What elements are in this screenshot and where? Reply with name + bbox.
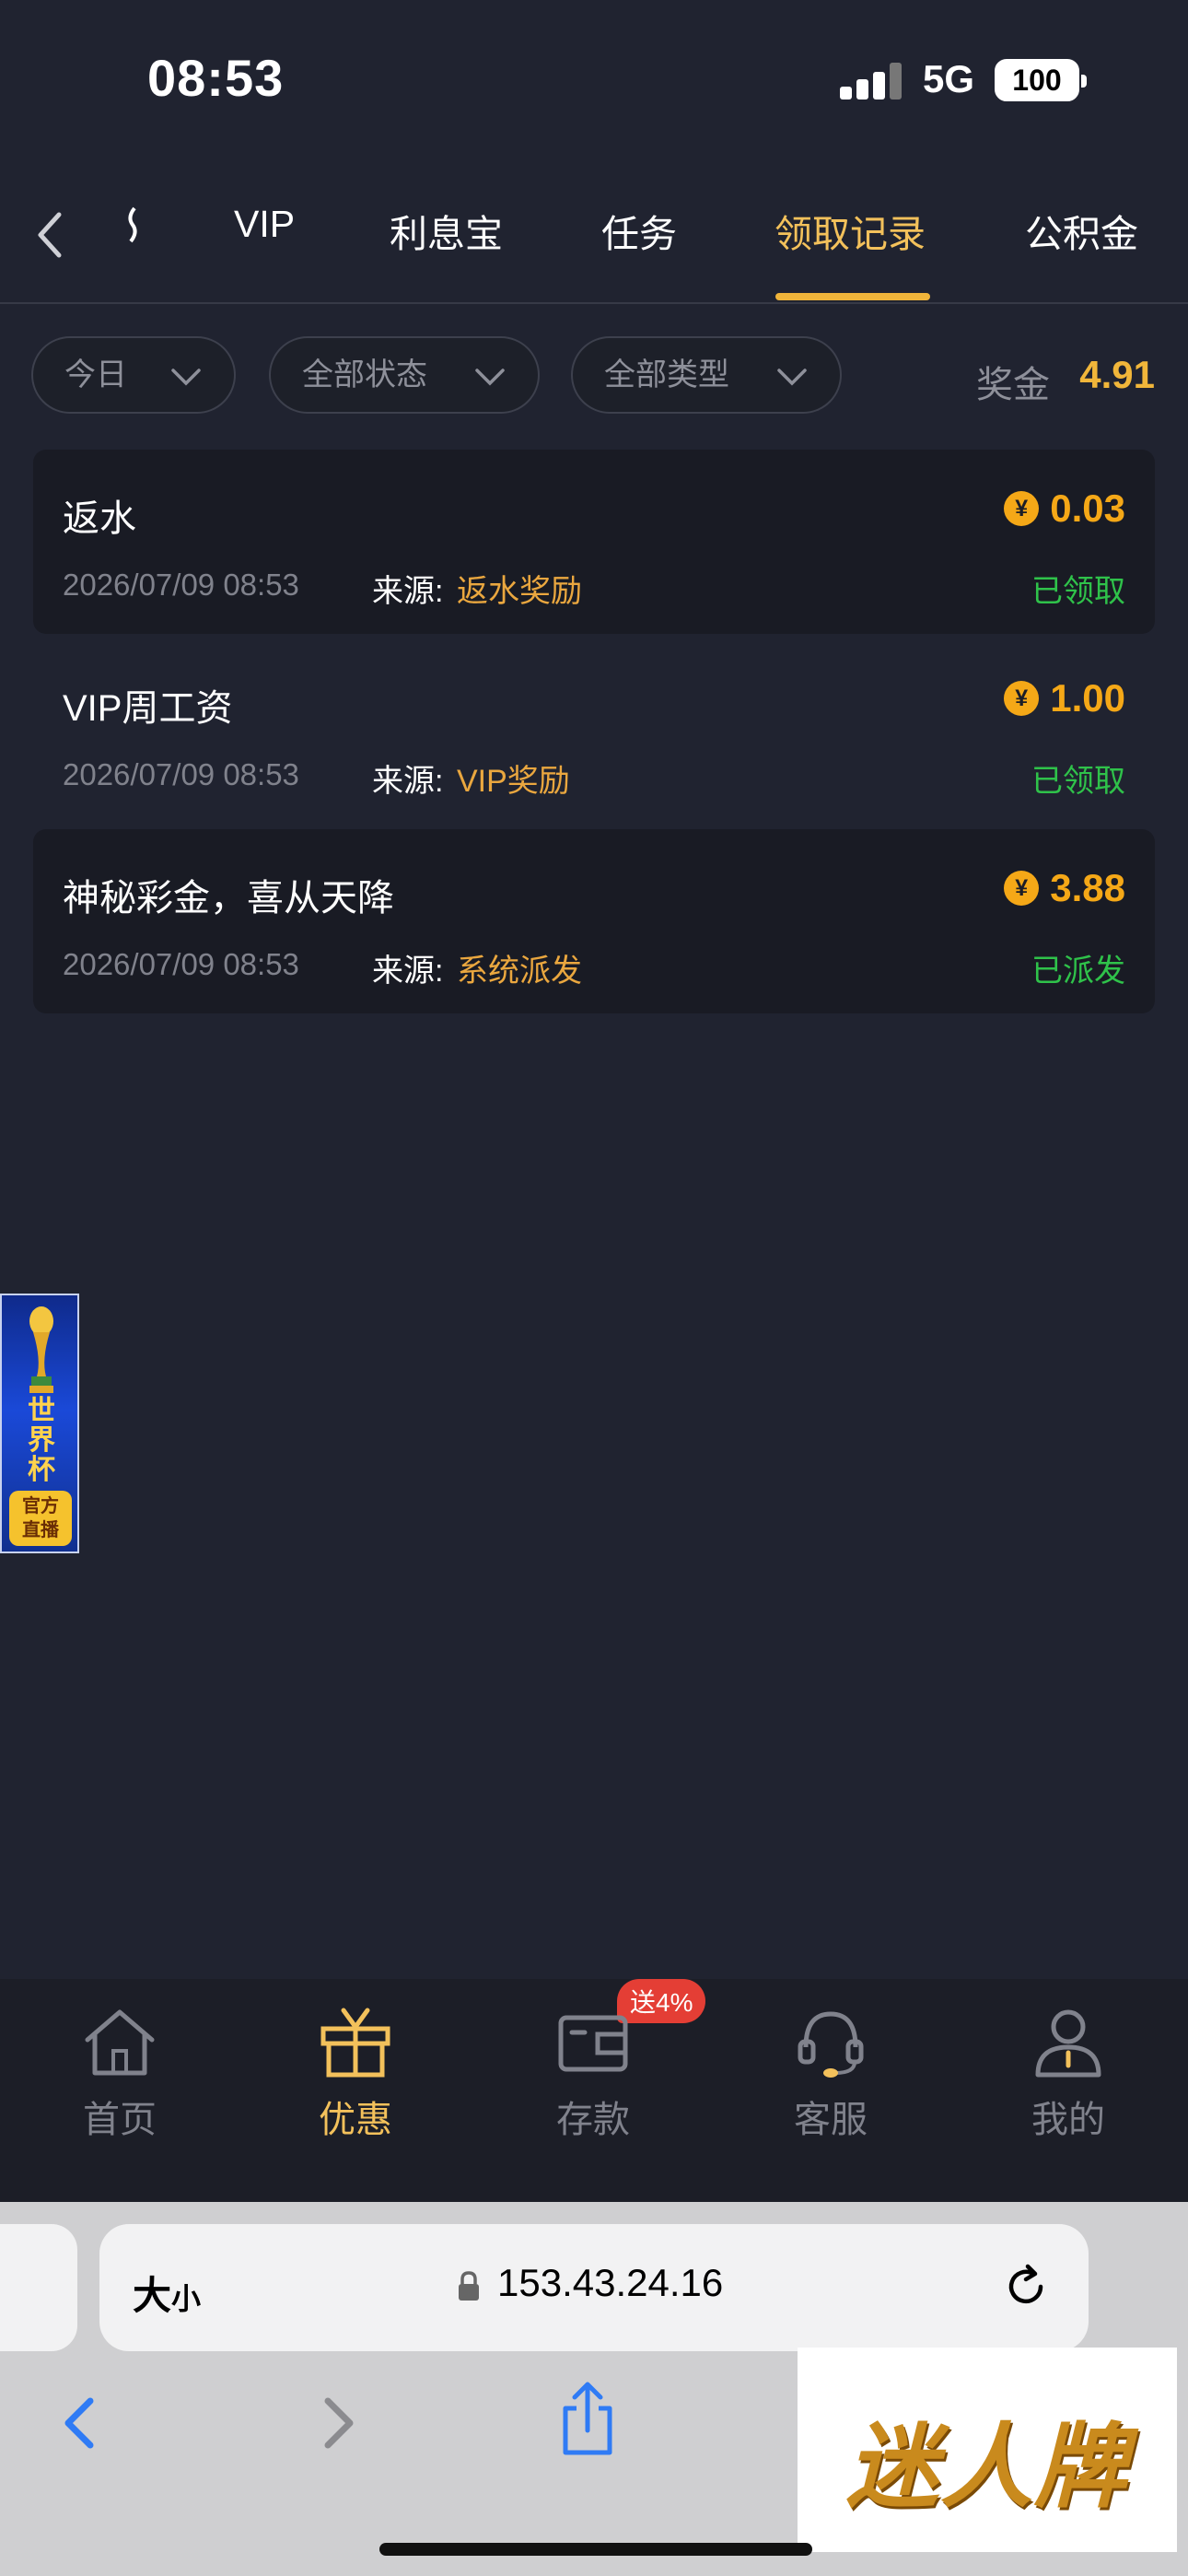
date-filter-dropdown[interactable]: 今日 [31, 336, 236, 414]
record-amount: ¥ 0.03 [1004, 486, 1125, 531]
browser-back-icon[interactable] [53, 2386, 109, 2460]
status-bar: 08:53 5G 100 [0, 0, 1188, 157]
status-filter-label: 全部状态 [302, 357, 427, 392]
record-source-label: 来源: [372, 764, 444, 799]
record-item[interactable]: 返水 ¥ 0.03 2026/07/09 08:53 来源: 返水奖励 已领取 [33, 450, 1155, 634]
tab-vip[interactable]: VIP [234, 203, 295, 246]
gift-icon [320, 2008, 390, 2078]
record-title: VIP周工资 [63, 688, 233, 729]
world-cup-title-text: 世界杯 [28, 1396, 55, 1485]
bonus-total-label: 奖金 [976, 365, 1050, 405]
address-bar[interactable]: 大小 153.43.24.16 [99, 2224, 1089, 2351]
bottom-nav: 首页 优惠 送4% 存款 客服 我的 [0, 1979, 1188, 2202]
text-size-small: 小 [171, 2282, 202, 2315]
coin-icon: ¥ [1004, 491, 1040, 526]
record-status: 已领取 [1031, 764, 1125, 799]
previous-tab-preview[interactable] [0, 2224, 77, 2351]
trophy-icon [29, 1306, 53, 1393]
type-filter-label: 全部类型 [604, 357, 729, 392]
nav-deposit[interactable]: 存款 [519, 2005, 667, 2143]
record-amount: ¥ 3.88 [1004, 866, 1125, 910]
nav-support-label: 客服 [794, 2100, 868, 2140]
official-live-badge: 官方 直播 [9, 1491, 72, 1546]
reload-icon[interactable] [998, 2259, 1054, 2314]
record-source-label: 来源: [372, 954, 444, 989]
bonus-total-value: 4.91 [1079, 353, 1155, 396]
battery-icon: 100 [995, 59, 1087, 101]
record-amount: ¥ 1.00 [1004, 676, 1125, 720]
share-icon[interactable] [556, 2381, 619, 2458]
record-time: 2026/07/09 08:53 [63, 757, 299, 791]
record-source: VIP奖励 [457, 764, 570, 799]
badge-line-2: 直播 [22, 1520, 59, 1540]
home-icon [85, 2009, 155, 2076]
headset-icon [798, 2011, 864, 2078]
nav-home-label: 首页 [83, 2100, 157, 2140]
type-filter-dropdown[interactable]: 全部类型 [571, 336, 842, 414]
nav-profile[interactable]: 我的 [995, 2005, 1142, 2143]
filter-bar: 今日 全部状态 全部类型 奖金 4.91 [0, 336, 1188, 419]
record-time: 2026/07/09 08:53 [63, 947, 299, 981]
tab-interest[interactable]: 利息宝 [390, 203, 503, 258]
nav-profile-label: 我的 [1031, 2100, 1105, 2140]
coin-icon: ¥ [1004, 681, 1040, 716]
date-filter-label: 今日 [64, 357, 127, 392]
chevron-down-icon [171, 369, 201, 386]
coin-icon: ¥ [1004, 871, 1040, 906]
record-source: 系统派发 [457, 954, 582, 989]
record-item[interactable]: 神秘彩金，喜从天降 ¥ 3.88 2026/07/09 08:53 来源: 系统… [33, 829, 1155, 1013]
nav-promotions-label: 优惠 [319, 2100, 392, 2140]
record-time: 2026/07/09 08:53 [63, 568, 299, 602]
text-size-button[interactable]: 大小 [133, 2265, 201, 2321]
record-amount-value: 0.03 [1050, 486, 1125, 530]
browser-forward-icon[interactable] [309, 2386, 365, 2460]
user-icon [1035, 2009, 1101, 2078]
browser-toolbar: 大小 153.43.24.16 迷人牌 [0, 2202, 1188, 2576]
watermark-text: 迷人牌 [846, 2416, 1128, 2519]
chevron-down-icon [777, 369, 807, 386]
back-chevron-icon[interactable] [28, 207, 74, 263]
tab-partial[interactable] [122, 203, 142, 254]
nav-home[interactable]: 首页 [46, 2005, 193, 2143]
network-type: 5G [923, 57, 975, 100]
record-status: 已派发 [1031, 954, 1125, 989]
record-item[interactable]: VIP周工资 ¥ 1.00 2026/07/09 08:53 来源: VIP奖励… [33, 639, 1155, 824]
badge-line-1: 官方 [22, 1496, 59, 1516]
wallet-icon [558, 2015, 628, 2072]
home-indicator [379, 2543, 812, 2556]
text-size-big: 大 [133, 2274, 172, 2317]
status-filter-dropdown[interactable]: 全部状态 [269, 336, 540, 414]
nav-promotions[interactable]: 优惠 [282, 2005, 429, 2143]
record-status: 已领取 [1031, 574, 1125, 609]
record-source-label: 来源: [372, 574, 444, 609]
watermark-logo: 迷人牌 [798, 2348, 1177, 2552]
lock-icon [459, 2271, 479, 2301]
world-cup-title: 世界杯 [2, 1397, 81, 1485]
active-tab-indicator [775, 293, 930, 300]
record-title: 返水 [63, 498, 136, 539]
nav-support[interactable]: 客服 [757, 2005, 904, 2143]
record-amount-value: 3.88 [1050, 866, 1125, 909]
world-cup-live-banner[interactable]: 世界杯 官方 直播 [0, 1294, 79, 1553]
tab-claim-records[interactable]: 领取记录 [775, 203, 926, 258]
record-amount-value: 1.00 [1050, 676, 1125, 720]
partial-tab-glyph-icon [128, 206, 137, 243]
tab-tasks[interactable]: 任务 [601, 203, 677, 258]
signal-icon [840, 63, 903, 100]
tab-provident-fund[interactable]: 公积金 [1025, 203, 1138, 258]
status-time: 08:53 [147, 49, 285, 107]
url-text: 153.43.24.16 [497, 2261, 724, 2304]
chevron-down-icon [475, 369, 505, 386]
category-tabs: VIP 利息宝 任务 领取记录 公积金 [0, 157, 1188, 304]
record-source: 返水奖励 [457, 574, 582, 609]
nav-deposit-label: 存款 [556, 2100, 630, 2140]
record-title: 神秘彩金，喜从天降 [63, 878, 394, 919]
